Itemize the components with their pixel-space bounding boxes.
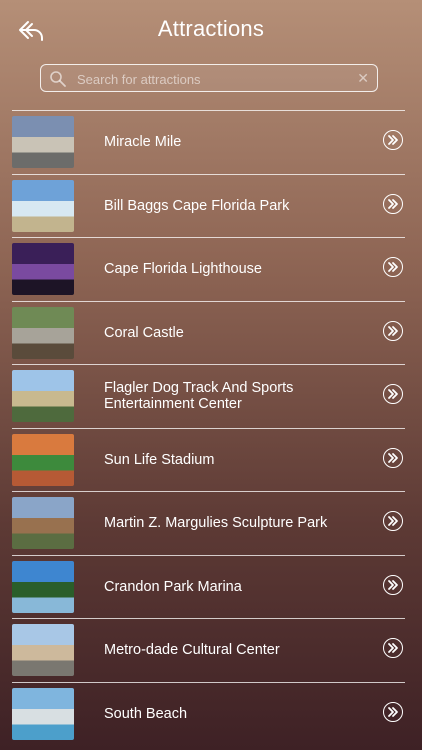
- list-item[interactable]: Metro-dade Cultural Center: [12, 618, 405, 682]
- attraction-label: Flagler Dog Track And Sports Entertainme…: [104, 380, 294, 413]
- chevron-right-icon[interactable]: [383, 130, 403, 151]
- list-item[interactable]: Crandon Park Marina: [12, 554, 405, 619]
- chevron-right-icon[interactable]: [383, 320, 403, 341]
- chevron-right-icon[interactable]: [383, 638, 403, 659]
- page-title: Attractions: [157, 16, 265, 41]
- attraction-thumbnail: [12, 370, 74, 422]
- list-item[interactable]: Coral Castle: [12, 300, 405, 365]
- search-icon: [49, 70, 67, 88]
- attractions-list: Miracle Mile Bill Baggs Cape Florida Park…: [12, 110, 405, 745]
- list-item[interactable]: South Beach: [12, 681, 405, 746]
- attraction-thumbnail: [12, 497, 74, 549]
- attraction-label: Bill Baggs Cape Florida Park: [104, 197, 290, 214]
- attraction-thumbnail: [12, 433, 74, 486]
- attraction-label: Crandon Park Marina: [104, 578, 242, 595]
- search-bar[interactable]: ✕: [40, 64, 378, 92]
- attraction-label: Coral Castle: [104, 324, 184, 341]
- chevron-right-icon[interactable]: [383, 384, 403, 405]
- attraction-thumbnail: [12, 179, 74, 232]
- attraction-thumbnail: [12, 560, 74, 613]
- list-item[interactable]: Sun Life Stadium: [12, 427, 405, 492]
- attraction-thumbnail: [12, 116, 74, 168]
- attraction-thumbnail: [12, 624, 74, 676]
- search-input[interactable]: [75, 68, 349, 90]
- list-item[interactable]: Cape Florida Lighthouse: [12, 237, 405, 301]
- attraction-label: South Beach: [104, 705, 188, 722]
- list-item[interactable]: Miracle Mile: [12, 110, 405, 174]
- attraction-label: Sun Life Stadium: [104, 451, 215, 468]
- chevron-right-icon[interactable]: [383, 447, 403, 468]
- chevron-right-icon[interactable]: [383, 511, 403, 532]
- chevron-right-icon[interactable]: [383, 701, 403, 722]
- attraction-thumbnail: [12, 687, 74, 740]
- list-item[interactable]: Martin Z. Margulies Sculpture Park: [12, 491, 405, 555]
- header: Attractions: [0, 0, 422, 60]
- chevron-right-icon[interactable]: [383, 257, 403, 278]
- attraction-label: Metro-dade Cultural Center: [104, 642, 280, 659]
- attraction-label: Martin Z. Margulies Sculpture Park: [104, 515, 328, 532]
- attraction-label: Miracle Mile: [104, 134, 182, 151]
- attraction-label: Cape Florida Lighthouse: [104, 261, 262, 278]
- attraction-thumbnail: [12, 306, 74, 359]
- list-item[interactable]: Flagler Dog Track And Sports Entertainme…: [12, 364, 405, 428]
- list-item[interactable]: Bill Baggs Cape Florida Park: [12, 173, 405, 238]
- chevron-right-icon[interactable]: [383, 574, 403, 595]
- chevron-right-icon[interactable]: [383, 193, 403, 214]
- attraction-thumbnail: [12, 243, 74, 295]
- clear-icon[interactable]: ✕: [357, 70, 369, 86]
